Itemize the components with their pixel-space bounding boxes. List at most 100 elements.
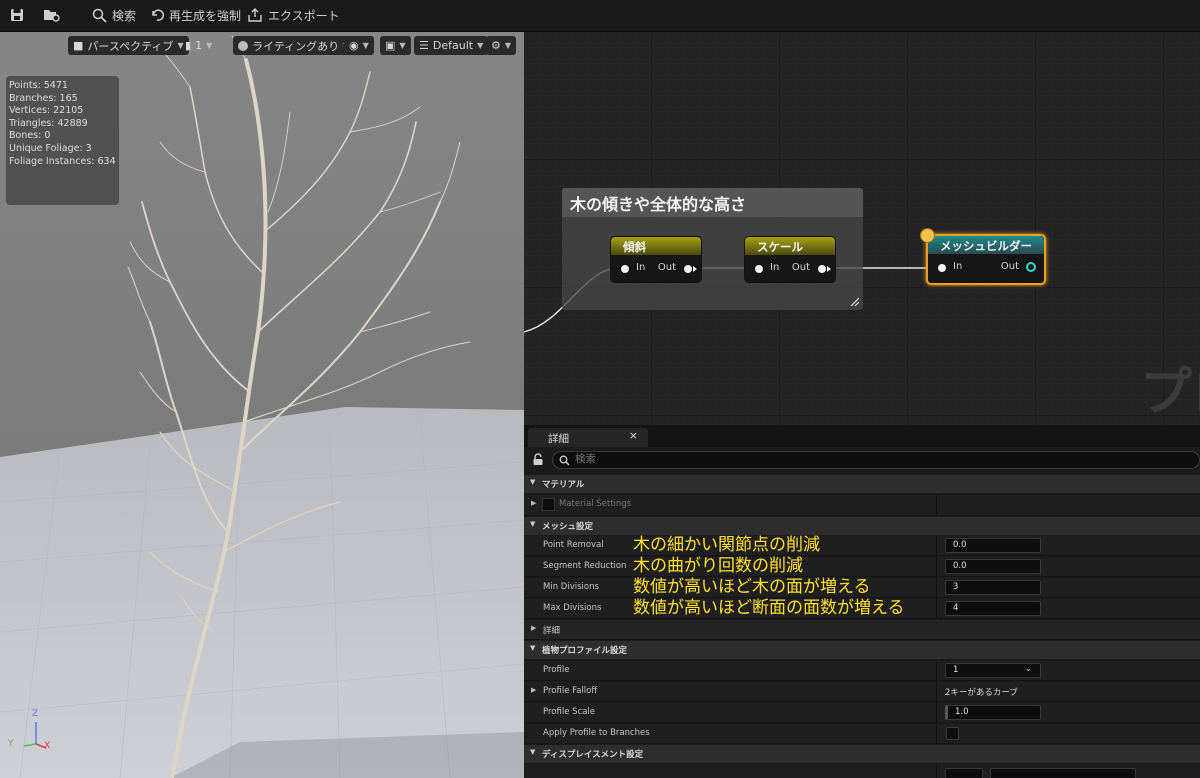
point-removal-row: Point Removal 0.0	[524, 536, 1200, 556]
lock-icon[interactable]	[532, 453, 544, 466]
lighting-label: ライティングあり	[252, 39, 340, 53]
collapse-arrow-icon: ▼	[530, 478, 536, 486]
input-pin-label: In	[636, 262, 646, 273]
output-pin-label: Out	[657, 262, 676, 273]
details-tab[interactable]: 詳細 ×	[528, 428, 648, 447]
profile-falloff-row: ▶ Profile Falloff 2キーがあるカーブ	[524, 682, 1200, 702]
category-profile-label: 植物プロファイル設定	[542, 646, 628, 656]
details-search-row	[524, 449, 1200, 471]
perspective-label: パースペクティブ	[87, 39, 174, 53]
min-divisions-label: Min Divisions	[543, 582, 599, 592]
input-pin[interactable]	[755, 265, 763, 273]
category-material-label: マテリアル	[542, 480, 585, 490]
category-material[interactable]: ▼ マテリアル	[524, 475, 1200, 493]
show-dropdown[interactable]: ◉ ▼	[344, 36, 374, 55]
chevron-down-icon: ▼	[504, 41, 512, 50]
main-toolbar: 検索 再生成を強制 エクスポート	[0, 0, 1200, 32]
stats-overlay: Points: 5471 Branches: 165 Vertices: 221…	[6, 76, 119, 205]
preview-viewport[interactable]: Z X Y ■ パースペクティブ ▼ ▮ 1 ▼ ライティングあり ▼ ◉ ▼ …	[0, 32, 524, 778]
eye-icon: ◉	[349, 39, 359, 52]
output-pin-label: Out	[1000, 261, 1019, 272]
details-search-input[interactable]	[575, 453, 875, 465]
view-mode-dropdown[interactable]: ▣ ▼	[380, 36, 411, 55]
segment-reduction-field[interactable]: 0.0	[945, 559, 1041, 574]
search-icon	[559, 455, 570, 466]
expand-arrow-icon[interactable]: ▶	[531, 686, 536, 694]
category-profile-settings[interactable]: ▼ 植物プロファイル設定	[524, 641, 1200, 659]
max-divisions-field[interactable]: 4	[945, 601, 1041, 616]
detail-subcategory[interactable]: ▶ 詳細	[524, 620, 1200, 640]
perspective-dropdown[interactable]: ■ パースペクティブ ▼	[68, 36, 189, 55]
min-divisions-field[interactable]: 3	[945, 580, 1041, 595]
detail-subcategory-label: 詳細	[543, 626, 561, 636]
material-settings-row[interactable]: ▶ Material Settings	[524, 495, 1200, 516]
export-button[interactable]: エクスポート	[248, 0, 340, 30]
tilt-node-title: 傾斜	[611, 237, 701, 255]
point-removal-field[interactable]: 0.0	[945, 538, 1041, 553]
input-pin[interactable]	[938, 264, 946, 272]
input-pin-label: In	[770, 262, 780, 273]
screenshot-icon: ▣	[385, 39, 396, 52]
profile-falloff-label: Profile Falloff	[543, 686, 598, 696]
force-regenerate-button[interactable]: 再生成を強制	[150, 0, 241, 30]
settings-dropdown[interactable]: ⚙ ▼	[486, 36, 517, 55]
details-search-box[interactable]	[552, 451, 1200, 469]
view-count-dropdown[interactable]: ▮ 1 ▼	[180, 36, 217, 55]
apply-profile-label: Apply Profile to Branches	[543, 728, 650, 738]
expand-arrow-icon[interactable]: ▶	[531, 499, 536, 507]
gear-icon: ⚙	[491, 39, 501, 52]
resize-handle-icon[interactable]	[849, 296, 859, 306]
stat-line: Branches: 165	[9, 92, 78, 104]
apply-profile-checkbox[interactable]	[946, 727, 959, 740]
profile-scale-field[interactable]: 1.0	[945, 705, 1041, 720]
category-mesh-label: メッシュ設定	[542, 522, 594, 532]
category-displacement-settings[interactable]: ▼ ディスプレイスメント設定	[524, 745, 1200, 763]
category-mesh-settings[interactable]: ▼ メッシュ設定	[524, 517, 1200, 535]
chevron-down-icon: ▼	[362, 41, 369, 50]
scale-node[interactable]: スケール In Out	[744, 236, 836, 283]
stat-line: Unique Foliage: 3	[9, 142, 92, 154]
gizmo-x-label: X	[44, 741, 51, 751]
output-pin[interactable]	[818, 265, 831, 273]
gizmo-z-label: Z	[32, 709, 39, 719]
profile-label: Profile	[543, 665, 570, 675]
profile-dropdown[interactable]: 1 ⌄	[945, 663, 1041, 678]
apply-profile-row: Apply Profile to Branches	[524, 724, 1200, 744]
stat-line: Vertices: 22105	[9, 105, 84, 117]
stat-line: Bones: 0	[9, 130, 51, 142]
tilt-node[interactable]: 傾斜 In Out	[610, 236, 702, 283]
details-tab-bar: 詳細 ×	[524, 425, 1200, 447]
scalability-dropdown[interactable]: ☰ Default ▼	[414, 36, 489, 55]
annotation-point-removal: 木の細かい関節点の削減	[633, 535, 820, 555]
mesh-builder-node[interactable]: メッシュビルダー In Out	[926, 234, 1046, 285]
point-removal-label: Point Removal	[543, 540, 604, 550]
output-node-marker[interactable]	[920, 228, 935, 243]
output-pin[interactable]	[684, 265, 697, 273]
search-icon	[92, 8, 107, 23]
search-button[interactable]: 検索	[92, 0, 136, 30]
mesh-builder-node-title: メッシュビルダー	[928, 236, 1044, 254]
category-displacement-label: ディスプレイスメント設定	[542, 750, 644, 760]
force-regenerate-label: 再生成を強制	[169, 8, 242, 23]
lighting-dropdown[interactable]: ライティングあり ▼	[233, 36, 355, 55]
collapse-arrow-icon: ▼	[530, 748, 536, 756]
export-label: エクスポート	[268, 8, 340, 23]
save-icon[interactable]	[10, 0, 24, 30]
scale-node-title: スケール	[745, 237, 835, 255]
displacement-field[interactable]	[945, 768, 983, 778]
scalability-icon: ☰	[419, 39, 429, 52]
stat-line: Triangles: 42889	[9, 117, 88, 129]
close-icon[interactable]: ×	[629, 429, 638, 442]
comment-title[interactable]: 木の傾きや全体的な高さ	[562, 188, 863, 217]
segment-reduction-row: Segment Reduction 0.0	[524, 557, 1200, 577]
search-button-label: 検索	[112, 8, 137, 23]
displacement-dropdown[interactable]	[990, 768, 1136, 778]
camera-icon: ■	[73, 39, 84, 52]
input-pin[interactable]	[621, 265, 629, 273]
segment-reduction-label: Segment Reduction	[543, 561, 627, 571]
viewport-toolbar: ■ パースペクティブ ▼ ▮ 1 ▼ ライティングあり ▼ ◉ ▼ ▣ ▼ ☰ …	[0, 32, 524, 58]
browse-folder-icon[interactable]	[43, 0, 61, 30]
node-graph-panel[interactable]: 木の傾きや全体的な高さ 傾斜 In Out スケール In Out メッシュビル…	[524, 32, 1200, 425]
output-pin[interactable]	[1026, 262, 1036, 272]
material-settings-checkbox[interactable]	[542, 498, 555, 511]
